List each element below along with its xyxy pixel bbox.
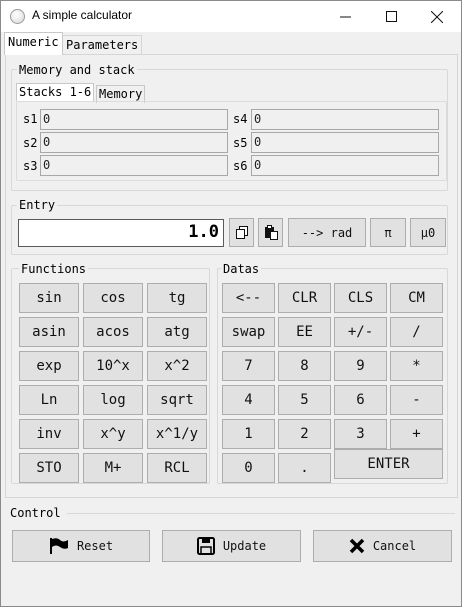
stack-label-s4: s4 [233, 112, 248, 126]
maximize-icon [385, 11, 397, 22]
control-divider [67, 513, 455, 514]
fn-button-x-pow-2[interactable]: x^2 [147, 351, 207, 381]
data-button-1[interactable]: 1 [222, 419, 275, 449]
data-button-8[interactable]: 8 [278, 351, 331, 381]
fn-button-atg[interactable]: atg [147, 317, 207, 347]
data-button-clr[interactable]: CLR [278, 283, 331, 313]
stack-field-s5: 0 [251, 132, 439, 153]
fn-button-asin[interactable]: asin [19, 317, 79, 347]
data-button-negate[interactable]: +/- [334, 317, 387, 347]
control-label: Control [10, 506, 61, 520]
fn-button-exp[interactable]: exp [19, 351, 79, 381]
data-button-divide[interactable]: / [390, 317, 443, 347]
stack-label-s6: s6 [233, 159, 248, 173]
paste-button[interactable] [258, 218, 283, 247]
title-bar: A simple calculator [1, 1, 461, 32]
to-rad-button[interactable]: --> rad [288, 218, 366, 247]
data-button-0[interactable]: 0 [222, 453, 275, 483]
data-button-backspace[interactable]: <-- [222, 283, 275, 313]
fn-button-x-pow-1-over-y[interactable]: x^1/y [147, 419, 207, 449]
minimize-button[interactable] [322, 1, 368, 32]
close-window-icon [431, 10, 443, 23]
fn-button-10-pow-x[interactable]: 10^x [83, 351, 143, 381]
fn-button-sin[interactable]: sin [19, 283, 79, 313]
entry-display[interactable]: 1.0 [18, 219, 224, 247]
data-button-swap[interactable]: swap [222, 317, 275, 347]
fn-button-x-pow-y[interactable]: x^y [83, 419, 143, 449]
entry-label: Entry [17, 198, 58, 212]
reset-button[interactable]: Reset [12, 530, 150, 562]
memory-stack-label: Memory and stack [17, 63, 137, 77]
data-button-6[interactable]: 6 [334, 385, 387, 415]
stack-field-s6: 0 [251, 155, 439, 176]
tab-parameters[interactable]: Parameters [62, 35, 143, 54]
stack-field-s4: 0 [251, 109, 439, 130]
copy-icon [235, 225, 248, 239]
data-button-3[interactable]: 3 [334, 419, 387, 449]
fn-button-sto[interactable]: STO [19, 453, 79, 483]
stack-field-s3: 0 [40, 155, 228, 176]
close-icon [349, 538, 365, 554]
mu0-button[interactable]: μ0 [410, 218, 446, 247]
data-button-2[interactable]: 2 [278, 419, 331, 449]
data-button-cm[interactable]: CM [390, 283, 443, 313]
paste-icon [264, 225, 278, 240]
copy-button[interactable] [229, 218, 254, 247]
fn-button-rcl[interactable]: RCL [147, 453, 207, 483]
data-button-plus[interactable]: + [390, 419, 443, 449]
fn-button-acos[interactable]: acos [83, 317, 143, 347]
fn-button-inv[interactable]: inv [19, 419, 79, 449]
window-title: A simple calculator [32, 8, 133, 22]
fn-button-sqrt[interactable]: sqrt [147, 385, 207, 415]
fn-button-m[interactable]: M+ [83, 453, 143, 483]
fn-button-tg[interactable]: tg [147, 283, 207, 313]
functions-label: Functions [19, 262, 89, 276]
stack-label-s3: s3 [23, 159, 38, 173]
maximize-button[interactable] [368, 1, 414, 32]
fn-button-ln[interactable]: Ln [19, 385, 79, 415]
data-button-minus[interactable]: - [390, 385, 443, 415]
cancel-button[interactable]: Cancel [313, 530, 452, 562]
enter-button[interactable]: ENTER [334, 449, 443, 479]
minimize-icon [339, 16, 351, 18]
data-button-ee[interactable]: EE [278, 317, 331, 347]
update-button[interactable]: Update [162, 530, 301, 562]
calculator-window: A simple calculator Numeric Parameters M… [0, 0, 462, 607]
numeric-panel: Memory and stack Stacks 1-6 Memory s1 0 … [5, 54, 458, 498]
data-button-7[interactable]: 7 [222, 351, 275, 381]
tab-numeric[interactable]: Numeric [4, 32, 63, 55]
reset-label: Reset [76, 539, 114, 553]
main-tabs: Numeric Parameters [1, 32, 461, 55]
data-button-multiply[interactable]: * [390, 351, 443, 381]
cancel-label: Cancel [372, 539, 417, 553]
subtab-stacks[interactable]: Stacks 1-6 [16, 83, 95, 101]
fn-button-cos[interactable]: cos [83, 283, 143, 313]
data-button-9[interactable]: 9 [334, 351, 387, 381]
data-button-4[interactable]: 4 [222, 385, 275, 415]
data-button-decimal[interactable]: . [278, 453, 331, 483]
pi-button[interactable]: π [370, 218, 406, 247]
data-button-5[interactable]: 5 [278, 385, 331, 415]
save-icon [196, 537, 215, 555]
flag-icon [49, 537, 69, 555]
stack-field-s1: 0 [40, 109, 228, 130]
datas-label: Datas [221, 262, 262, 276]
fn-button-log[interactable]: log [83, 385, 143, 415]
stack-field-s2: 0 [40, 132, 228, 153]
stack-label-s1: s1 [23, 112, 38, 126]
update-label: Update [222, 539, 267, 553]
stack-label-s5: s5 [233, 136, 248, 150]
data-button-cls[interactable]: CLS [334, 283, 387, 313]
close-window-button[interactable] [414, 1, 460, 32]
stack-label-s2: s2 [23, 136, 38, 150]
app-icon [10, 9, 25, 24]
